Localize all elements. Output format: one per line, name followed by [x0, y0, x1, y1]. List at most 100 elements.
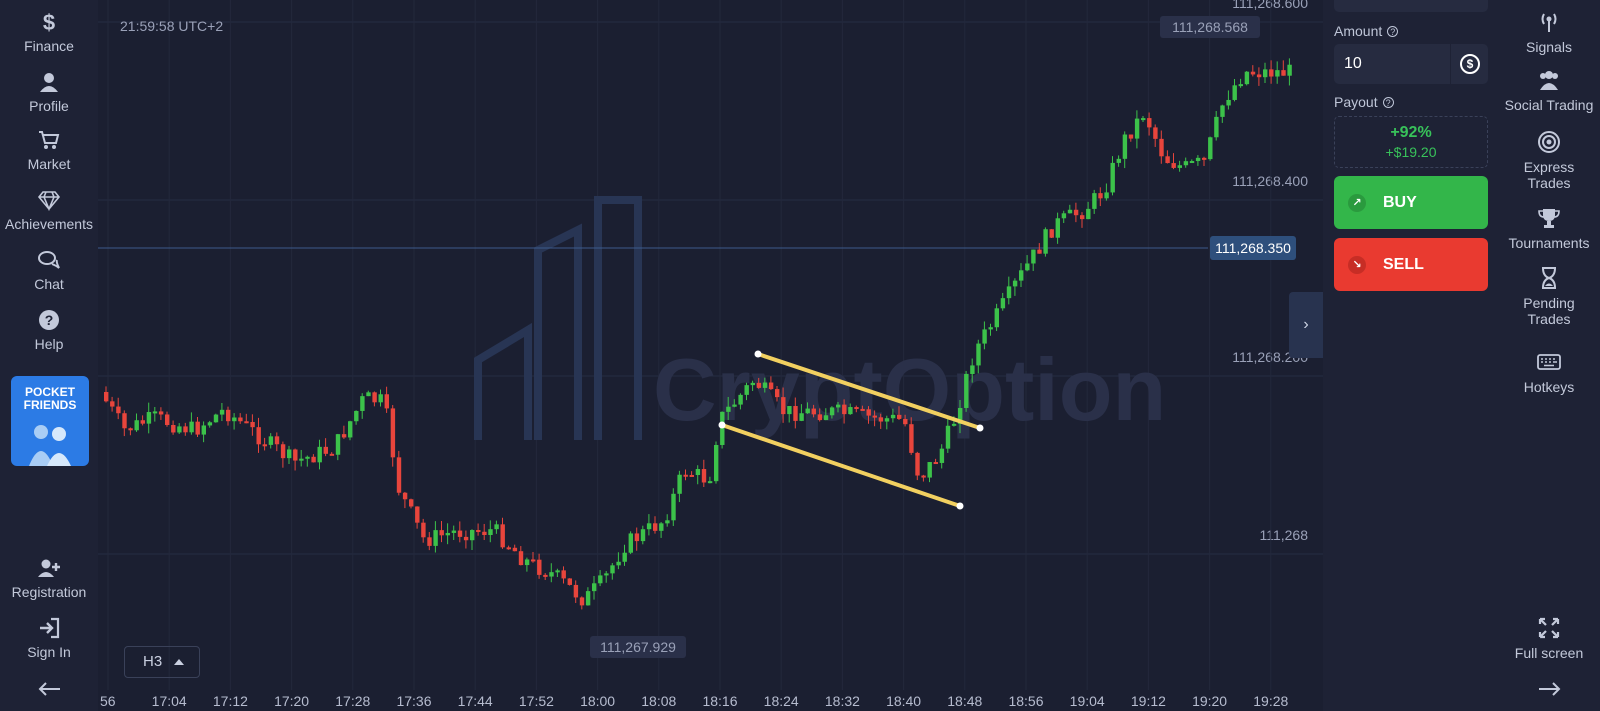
nav-express-trades[interactable]: Express Trades [1498, 130, 1600, 191]
nav-social-trading[interactable]: Social Trading [1498, 68, 1600, 113]
candle-body [329, 453, 335, 456]
nav-hotkeys[interactable]: Hotkeys [1498, 350, 1600, 395]
friends-illustration-icon [29, 425, 71, 466]
candle-body [1281, 70, 1286, 76]
svg-text:?: ? [45, 312, 54, 328]
chart-canvas[interactable]: 111,268.600111,268.400111,268.200111,268… [98, 0, 1323, 711]
time-tick-label: 18:24 [764, 693, 799, 709]
candle-body [354, 410, 359, 422]
pocket-friends-promo[interactable]: POCKET FRIENDS [11, 376, 89, 466]
candle-body [1019, 270, 1024, 281]
candle-body [1104, 192, 1109, 199]
candle-body [1031, 249, 1036, 264]
watermark-text: CryptOption [653, 340, 1166, 439]
candle-body [653, 523, 658, 531]
candle-body [921, 475, 926, 478]
expand-arrow-icon[interactable] [1537, 682, 1561, 696]
candle-body [714, 444, 719, 482]
current-price-value: 111,268.350 [1215, 240, 1291, 256]
candle-body [878, 417, 884, 422]
candle-body [579, 597, 585, 606]
timeframe-selector[interactable]: H3 [124, 646, 200, 678]
candle-body [500, 524, 505, 548]
nav-finance[interactable]: $ Finance [0, 10, 98, 54]
candle-body [671, 493, 676, 521]
nav-chat-label: Chat [34, 276, 64, 292]
candle-body [781, 397, 786, 415]
payout-amount: +$19.20 [1385, 144, 1437, 160]
candle-body [488, 529, 493, 536]
candle-body [1055, 218, 1060, 238]
amount-input[interactable]: 10 $ [1334, 44, 1488, 84]
candle-body [793, 406, 798, 421]
keyboard-icon [1537, 354, 1561, 370]
candle-body [158, 411, 164, 415]
candle-body [1116, 158, 1121, 163]
candle-body [219, 409, 225, 415]
time-tick-label: 17:04 [152, 693, 187, 709]
candle-body [1147, 118, 1152, 128]
candle-body [1134, 118, 1140, 139]
candle-body [1049, 229, 1054, 238]
nav-chat[interactable]: Chat [0, 248, 98, 292]
buy-button[interactable]: ↗ BUY [1334, 176, 1488, 229]
amount-divider [1450, 44, 1451, 84]
trophy-icon [1538, 209, 1560, 228]
candle-body [775, 389, 780, 398]
candle-body [390, 408, 396, 458]
server-time: 21:59:58 UTC+2 [120, 18, 224, 34]
trading-chart[interactable]: 111,268.600 111,268.400 111,268.200 111,268… [98, 0, 1323, 711]
help-icon: ? [39, 310, 59, 330]
expand-panel-button[interactable]: › [1289, 292, 1323, 358]
candle-body [409, 499, 414, 507]
candle-body [622, 552, 627, 562]
nav-express-trades-label: Express Trades [1523, 159, 1575, 191]
candle-body [244, 421, 249, 424]
candle-body [457, 530, 463, 537]
full-screen-button[interactable]: Full screen [1498, 616, 1600, 661]
nav-sign-in[interactable]: Sign In [0, 616, 98, 660]
candle-body [323, 446, 328, 454]
dollar-circle-icon[interactable]: $ [1460, 54, 1480, 74]
nav-achievements[interactable]: Achievements [0, 188, 98, 232]
candle-body [1214, 116, 1219, 138]
candle-body [1275, 70, 1280, 77]
nav-market[interactable]: Market [0, 128, 98, 172]
candle-body [549, 572, 554, 577]
candle-body [524, 559, 530, 566]
collapse-arrow-icon[interactable] [38, 682, 62, 696]
candle-body [897, 414, 902, 419]
nav-pending-trades[interactable]: Pending Trades [1498, 266, 1600, 327]
nav-signals[interactable]: Signals [1498, 10, 1600, 55]
candle-body [372, 392, 377, 403]
nav-registration[interactable]: Registration [0, 556, 98, 600]
chat-icon [38, 251, 60, 269]
nav-profile[interactable]: Profile [0, 70, 98, 114]
candle-body [256, 427, 261, 445]
sell-button[interactable]: ↘ SELL [1334, 238, 1488, 291]
candle-body [421, 522, 426, 538]
low-marker-value: 111,267.929 [600, 639, 676, 655]
time-input[interactable] [1334, 0, 1488, 12]
candle-body [1226, 99, 1231, 106]
candle-body [1012, 280, 1018, 287]
channel-handle [718, 421, 726, 429]
candle-body [1165, 156, 1170, 164]
candlesticks [104, 58, 1292, 610]
candle-body [122, 413, 127, 429]
candle-body [1092, 193, 1097, 209]
nav-help[interactable]: ? Help [0, 308, 98, 352]
time-tick-label: 18:40 [886, 693, 921, 709]
candle-body [909, 424, 914, 453]
candle-body [677, 474, 682, 494]
nav-help-label: Help [34, 336, 64, 352]
nav-market-label: Market [27, 156, 71, 172]
candle-body [939, 448, 945, 463]
nav-tournaments[interactable]: Tournaments [1498, 206, 1600, 251]
candle-body [1171, 163, 1176, 168]
candle-body [348, 421, 353, 438]
candle-body [1043, 229, 1048, 254]
candle-body [305, 456, 310, 459]
time-tick-label: 19:12 [1131, 693, 1166, 709]
price-tick-label: 111,268.400 [1232, 173, 1308, 189]
